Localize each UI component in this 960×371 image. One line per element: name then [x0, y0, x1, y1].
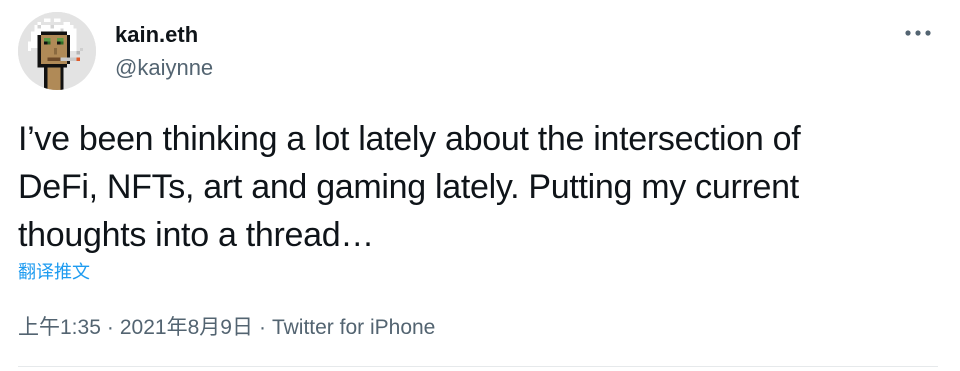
tweet-source-link[interactable]: Twitter for iPhone — [272, 313, 435, 343]
avatar[interactable] — [18, 12, 96, 90]
user-handle[interactable]: @kaiynne — [115, 54, 213, 82]
more-options-button[interactable] — [896, 18, 940, 48]
tweet-text-line: thoughts into a thread… — [18, 216, 375, 254]
display-name[interactable]: kain.eth — [115, 21, 198, 49]
pixel-punk-avatar-icon — [18, 12, 96, 90]
tweet-text-line: I’ve been thinking a lot lately about th… — [18, 120, 801, 158]
tweet-text-line: DeFi, NFTs, art and gaming lately. Putti… — [18, 168, 799, 206]
tweet-date[interactable]: 2021年8月9日 — [120, 313, 253, 343]
tweet-metadata: 上午1:35 · 2021年8月9日 · Twitter for iPhone — [18, 313, 435, 343]
meta-separator: · — [106, 316, 114, 339]
tweet-time[interactable]: 上午1:35 — [18, 313, 101, 343]
tweet-text: I’ve been thinking a lot lately about th… — [18, 115, 918, 259]
tweet-card: kain.eth @kaiynne I’ve been thinking a l… — [0, 0, 960, 371]
divider — [18, 366, 938, 367]
more-horizontal-icon — [905, 30, 931, 36]
meta-separator: · — [258, 316, 266, 339]
translate-tweet-link[interactable]: 翻译推文 — [18, 260, 90, 284]
